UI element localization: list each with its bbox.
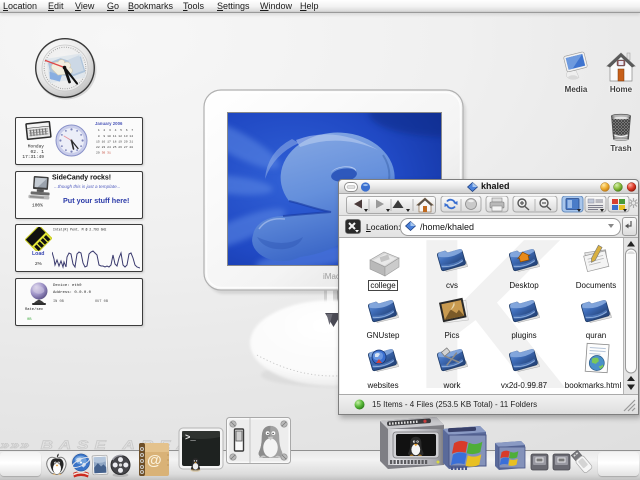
svg-text:@: @	[147, 452, 162, 469]
svg-text:>_: >_	[185, 433, 196, 443]
